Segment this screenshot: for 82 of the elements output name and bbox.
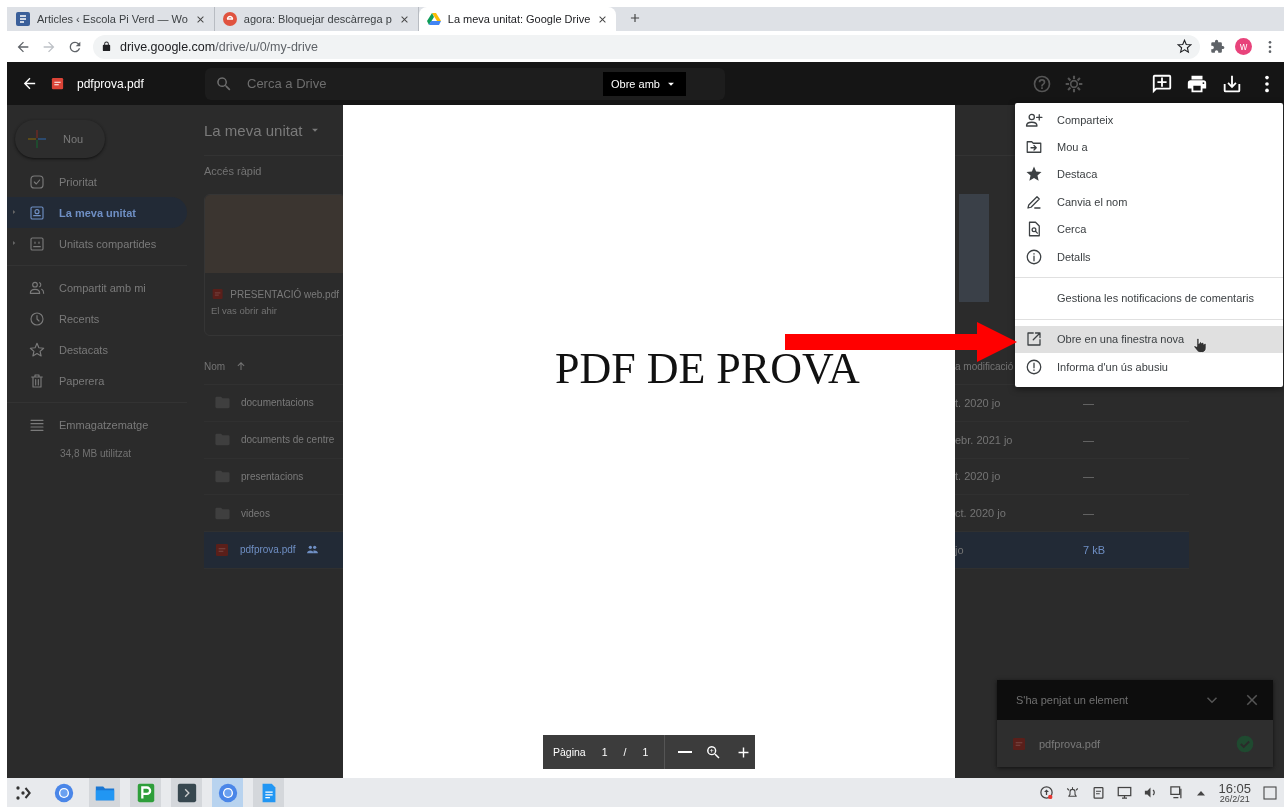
search-icon [215,74,233,93]
file-name: videos [241,507,270,519]
plus-icon [25,127,49,151]
star-icon [29,341,45,358]
browser-icon[interactable] [52,781,75,804]
sidebar-item[interactable]: La meva unitat [7,197,187,228]
uploaded-file: pdfprova.pdf [1039,737,1102,750]
menu-item[interactable]: Gestiona les notificacions de comentaris [1015,284,1283,312]
expand-arrow-icon[interactable] [10,208,18,216]
back-icon[interactable] [21,75,38,92]
page-icon [16,12,30,26]
file-name: documentacions [241,397,314,409]
trash-icon [29,372,45,389]
file-size: 7 kB [1083,543,1105,556]
modified-date: jo [955,543,964,556]
toast-title: S'ha penjat un element [1016,694,1130,706]
computer-icon[interactable] [1169,785,1185,800]
star-icon [1025,165,1043,184]
page-number-field[interactable]: 1 [601,746,608,758]
clock-time[interactable]: 16:05 [1218,781,1251,795]
modified-date: ebr. 2021 jo [955,433,1013,446]
lock-icon [101,41,112,52]
menu-item[interactable]: Obre en una finestra nova [1015,325,1283,354]
clock-date[interactable]: 26/2/21 [1219,794,1250,804]
modified-date: t. 2020 jo [955,470,1001,483]
settings-icon[interactable] [1064,73,1084,94]
file-size: — [1083,433,1094,446]
file-size: — [1083,470,1094,483]
pdf-icon [214,541,230,558]
file-size: — [1083,507,1094,520]
menu-item[interactable]: Cerca [1015,215,1283,243]
terminal-icon[interactable] [175,781,198,804]
alert-icon [1025,357,1043,376]
profile-avatar[interactable]: w [1235,38,1252,55]
pdf-icon [1011,735,1027,752]
page-total: 1 [642,746,649,758]
triangle-logo-icon [426,12,441,26]
browser-icon[interactable] [216,781,239,804]
shared-drive-icon [29,235,45,252]
file-name: documents de centre [241,434,335,446]
add-comment-icon[interactable] [1151,72,1173,95]
show-desktop-icon[interactable] [1262,784,1278,801]
menu-item[interactable]: Comparteix [1015,106,1283,134]
circle-logo-icon [222,12,237,26]
menu-item[interactable]: Detalls [1015,242,1283,271]
card-subtitle: El vas obrir ahir [210,305,278,316]
star-icon[interactable] [1177,39,1192,54]
page-text: PDF DE PROVA [555,344,860,393]
card-title: PRESENTACIÓ web.pdf [230,288,339,300]
menu-item[interactable]: Canvia el nom [1015,188,1283,216]
minus-icon [678,751,693,753]
upload-status-icon[interactable] [1039,785,1055,800]
storage-usage: 34,8 MB utilitzat [59,448,133,459]
modified-date: ct. 2020 jo [955,507,1006,520]
alarm-icon[interactable] [1065,785,1081,800]
sort-arrow-icon[interactable] [235,360,248,372]
help-icon[interactable] [1032,73,1052,94]
pdf-icon [50,76,65,91]
storage-label: Emmagatzematge [59,418,149,431]
section-heading: Accés ràpid [204,165,262,177]
menu-item[interactable]: Informa d'un ús abusiu [1015,353,1283,381]
people-icon [29,279,45,296]
clipboard-icon[interactable] [1091,785,1107,800]
open-with-button[interactable]: Obre amb [603,71,686,96]
file-name: presentacions [241,470,304,482]
browser-tab[interactable]: La meva unitat: Google Drive [418,7,617,31]
screen-icon[interactable] [1117,785,1133,800]
info-icon [1025,247,1043,266]
file-size: — [1083,396,1094,409]
page-separator: / [623,746,627,758]
clock-icon [29,310,45,327]
open-in-new-icon [1025,330,1043,349]
menu-item[interactable]: Destaca [1015,160,1283,189]
pdf-icon [211,287,225,301]
file-name: pdfprova.pdf [77,76,144,91]
page-label: Pàgina [553,746,586,758]
drive-icon [29,204,45,221]
address-bar[interactable]: drive.google.com/drive/u/0/my-drive [93,34,1200,59]
modified-date: t. 2020 jo [955,396,1001,409]
file-name: pdfprova.pdf [240,544,296,556]
menu-item[interactable]: Mou a [1015,133,1283,161]
puzzle-icon[interactable] [1210,39,1225,54]
